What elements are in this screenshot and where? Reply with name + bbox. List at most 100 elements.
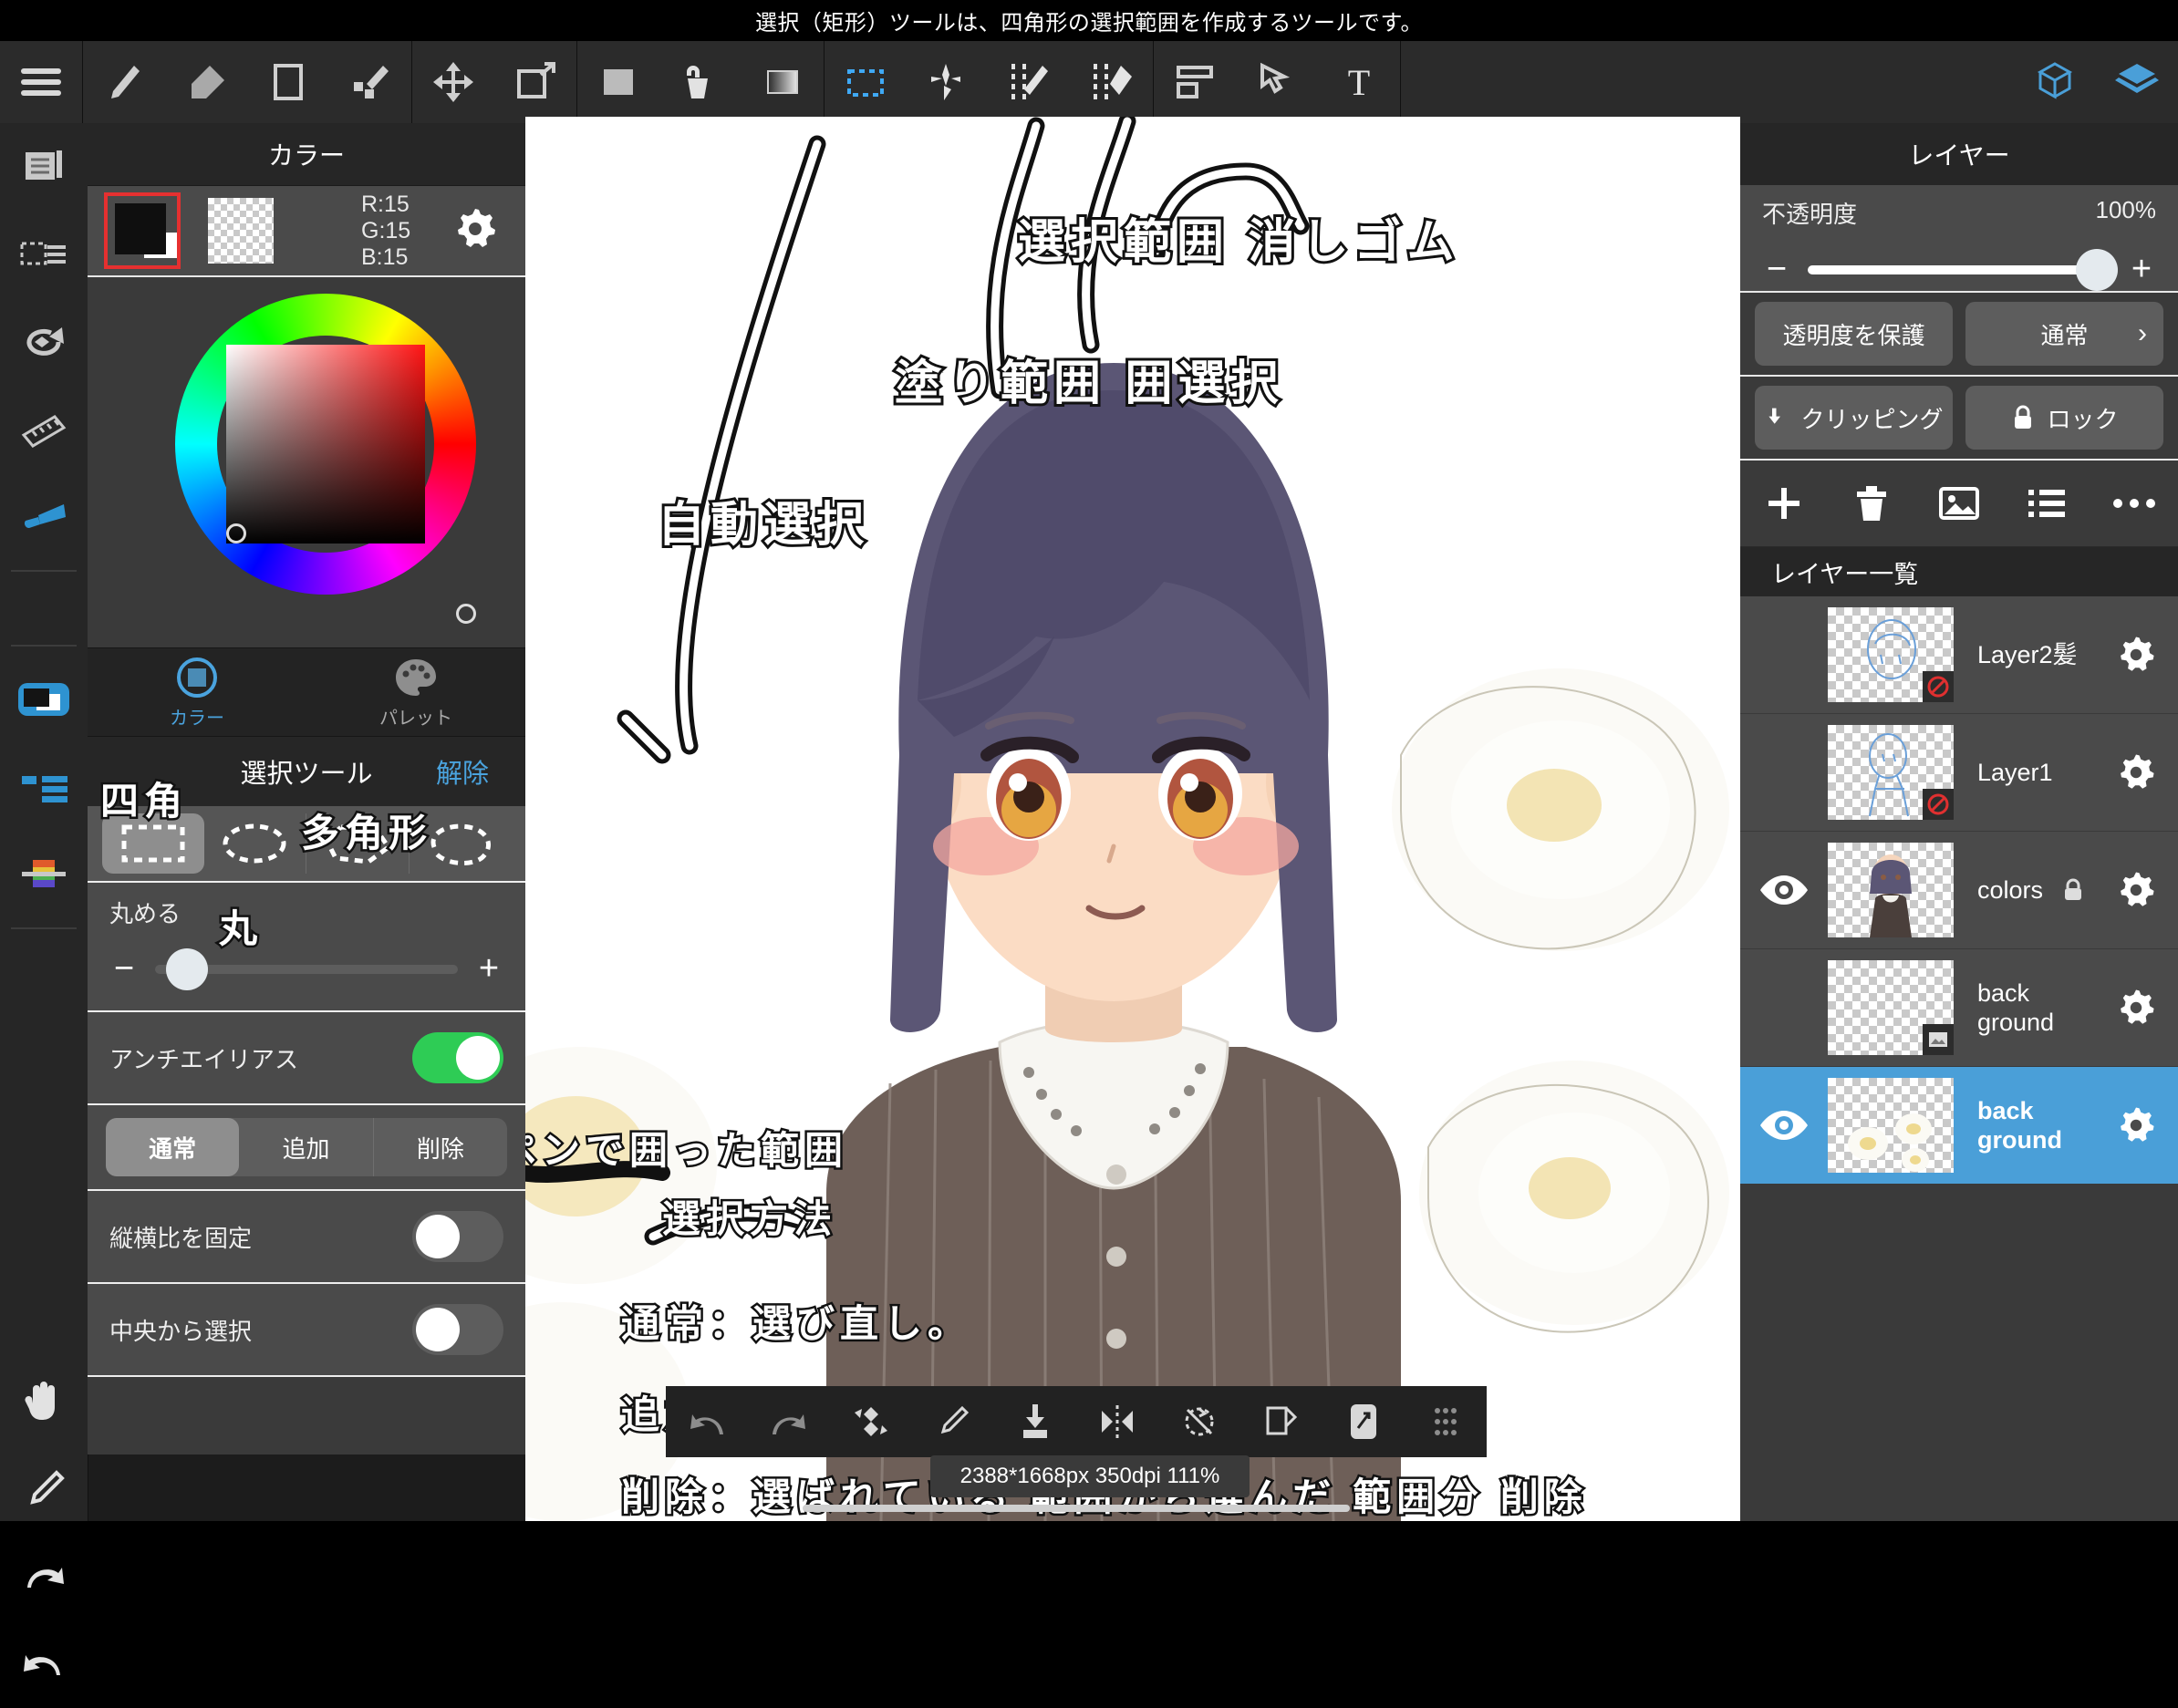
bucket-tool-icon[interactable] bbox=[659, 41, 742, 123]
canvas-area[interactable]: 選択範囲 消しゴム 塗り範囲 囲選択 自動選択 ペンで囲った範囲 選択方法 通常… bbox=[525, 117, 1740, 1521]
undo-button[interactable] bbox=[666, 1403, 748, 1440]
tab-palette[interactable]: パレット bbox=[306, 648, 525, 736]
layers-tool-icon[interactable] bbox=[2096, 41, 2178, 123]
fix-ratio-toggle[interactable] bbox=[412, 1211, 503, 1262]
rotate-icon[interactable] bbox=[0, 298, 88, 386]
transparent-swatch[interactable] bbox=[208, 198, 274, 264]
tab-color[interactable]: カラー bbox=[88, 648, 306, 736]
eraser-tool-icon[interactable] bbox=[165, 41, 247, 123]
auto-select-tool-icon[interactable] bbox=[907, 41, 989, 123]
more-options-button[interactable] bbox=[2090, 494, 2178, 512]
rail-divider-3 bbox=[11, 927, 77, 929]
round-track[interactable] bbox=[155, 947, 458, 990]
gradient-tool-icon[interactable] bbox=[742, 41, 824, 123]
duplicate-button[interactable] bbox=[1240, 1403, 1322, 1441]
delete-layer-button[interactable] bbox=[1828, 482, 1915, 524]
layer-thumbnail[interactable] bbox=[1828, 1078, 1954, 1173]
object-tool-icon[interactable] bbox=[1236, 41, 1318, 123]
move-tool-icon[interactable] bbox=[412, 41, 494, 123]
mode-add[interactable]: 追加 bbox=[239, 1118, 374, 1176]
color-settings-gear-icon[interactable] bbox=[451, 204, 500, 258]
layer-thumbnail[interactable] bbox=[1828, 607, 1954, 702]
smudge-tool-icon[interactable] bbox=[329, 41, 411, 123]
layer-settings-gear-icon[interactable] bbox=[2094, 1103, 2178, 1147]
blend-mode-button[interactable]: 通常 › bbox=[1965, 302, 2163, 366]
layer-thumbnail[interactable] bbox=[1828, 725, 1954, 820]
toolbar-group-draw bbox=[83, 41, 412, 123]
lock-button[interactable]: ロック bbox=[1965, 386, 2163, 450]
shape-tool-icon[interactable] bbox=[247, 41, 329, 123]
round-minus-button[interactable]: − bbox=[109, 949, 139, 989]
hue-handle[interactable] bbox=[456, 604, 476, 624]
list-icon[interactable] bbox=[0, 743, 88, 831]
layer-visibility-toggle[interactable] bbox=[1740, 1109, 1828, 1142]
from-center-toggle[interactable] bbox=[412, 1304, 503, 1355]
opacity-plus-button[interactable]: + bbox=[2127, 250, 2156, 289]
shape-ellipse[interactable] bbox=[204, 813, 306, 874]
import-image-button[interactable] bbox=[1915, 483, 2003, 523]
eyedropper-icon[interactable] bbox=[0, 1445, 88, 1533]
grid-handle[interactable] bbox=[1405, 1403, 1487, 1440]
layer-thumbnail[interactable] bbox=[1828, 843, 1954, 937]
palette-bar-icon[interactable] bbox=[0, 831, 88, 918]
redo-button[interactable] bbox=[748, 1403, 830, 1440]
transform-tool-icon[interactable] bbox=[494, 41, 576, 123]
layer-row-1[interactable]: Layer1 bbox=[1740, 714, 2178, 832]
protect-alpha-button[interactable]: 透明度を保護 bbox=[1755, 302, 1953, 366]
fill-area-select-tool-icon[interactable] bbox=[989, 41, 1071, 123]
selection-menu-icon[interactable] bbox=[0, 211, 88, 298]
layer-settings-gear-icon[interactable] bbox=[2094, 986, 2178, 1030]
add-layer-button[interactable] bbox=[1740, 482, 1828, 524]
from-center-label: 中央から選択 bbox=[109, 1317, 253, 1345]
select-eraser-tool-icon[interactable] bbox=[1071, 41, 1153, 123]
foreground-swatch[interactable] bbox=[104, 192, 181, 269]
text-tool-icon[interactable]: T bbox=[1318, 41, 1400, 123]
redo-icon[interactable] bbox=[0, 1533, 88, 1620]
toolbar-group-transform bbox=[412, 41, 577, 123]
flip-button[interactable] bbox=[830, 1402, 912, 1442]
layer-row-3[interactable]: back ground bbox=[1740, 949, 2178, 1067]
opacity-knob[interactable] bbox=[2076, 248, 2118, 291]
canvas-tool-icon[interactable] bbox=[1154, 41, 1236, 123]
round-plus-button[interactable]: + bbox=[474, 949, 503, 989]
opacity-track[interactable] bbox=[1808, 248, 2118, 291]
horizontal-scrollbar[interactable] bbox=[803, 1505, 1350, 1512]
select-rect-tool-icon[interactable] bbox=[825, 41, 907, 123]
layer-visibility-toggle[interactable] bbox=[1740, 874, 1828, 906]
color-toggle-icon[interactable] bbox=[0, 656, 88, 743]
export-button[interactable] bbox=[1322, 1403, 1405, 1441]
mirror-button[interactable] bbox=[1076, 1403, 1158, 1440]
layer-settings-gear-icon[interactable] bbox=[2094, 750, 2178, 794]
layer-row-4[interactable]: back ground bbox=[1740, 1067, 2178, 1185]
toolbar-group-fill bbox=[577, 41, 825, 123]
fill-tool-icon[interactable] bbox=[577, 41, 659, 123]
rotate-reset-button[interactable] bbox=[1158, 1403, 1240, 1441]
layer-name: colors bbox=[1977, 876, 2044, 904]
layer-list-button[interactable] bbox=[2003, 485, 2090, 522]
merge-down-button[interactable] bbox=[994, 1403, 1076, 1441]
opacity-minus-button[interactable]: − bbox=[1762, 250, 1791, 289]
pen-pressure-icon[interactable] bbox=[0, 473, 88, 561]
eye-icon bbox=[1760, 875, 1808, 905]
brush-tool-icon[interactable] bbox=[83, 41, 165, 123]
hand-icon[interactable] bbox=[0, 1358, 88, 1445]
undo-icon[interactable] bbox=[0, 1620, 88, 1708]
clear-selection-button[interactable]: 解除 bbox=[436, 752, 489, 791]
sv-handle[interactable] bbox=[226, 523, 246, 543]
layer-settings-gear-icon[interactable] bbox=[2094, 633, 2178, 677]
ruler-icon[interactable] bbox=[0, 386, 88, 473]
materials-tool-icon[interactable] bbox=[2014, 41, 2096, 123]
antialias-toggle[interactable] bbox=[412, 1032, 503, 1083]
layer-thumbnail[interactable] bbox=[1828, 960, 1954, 1055]
layer-row-2[interactable]: colors bbox=[1740, 832, 2178, 949]
layer-settings-gear-icon[interactable] bbox=[2094, 868, 2178, 912]
eyedropper-button[interactable] bbox=[912, 1403, 994, 1440]
mode-normal[interactable]: 通常 bbox=[106, 1118, 240, 1176]
pages-icon[interactable] bbox=[0, 123, 88, 211]
clipping-button[interactable]: クリッピング bbox=[1755, 386, 1953, 450]
layer-row-0[interactable]: Layer2髪 bbox=[1740, 596, 2178, 714]
saturation-value-box[interactable] bbox=[226, 345, 425, 543]
mode-delete[interactable]: 削除 bbox=[374, 1118, 507, 1176]
hamburger-menu-icon[interactable] bbox=[0, 41, 82, 123]
round-knob[interactable] bbox=[166, 947, 208, 990]
